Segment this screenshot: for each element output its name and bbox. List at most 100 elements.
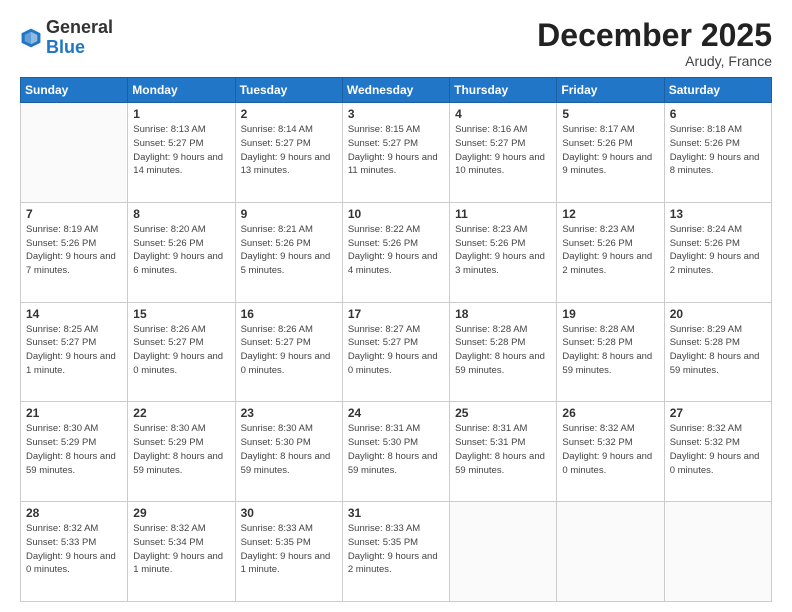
day-info: Sunrise: 8:32 AM Sunset: 5:32 PM Dayligh… [670,422,766,477]
calendar-cell: 25Sunrise: 8:31 AM Sunset: 5:31 PM Dayli… [450,402,557,502]
day-number: 6 [670,107,766,121]
calendar-week-0: 1 Sunrise: 8:13 AM Sunset: 5:27 PM Daylig… [21,103,772,203]
day-number: 9 [241,207,337,221]
calendar-cell: 28Sunrise: 8:32 AM Sunset: 5:33 PM Dayli… [21,502,128,602]
day-info: Sunrise: 8:33 AM Sunset: 5:35 PM Dayligh… [348,522,444,577]
calendar-cell: 30 Sunrise: 8:33 AM Sunset: 5:35 PM Dayli… [235,502,342,602]
day-info: Sunrise: 8:22 AM Sunset: 5:26 PM Dayligh… [348,223,444,278]
weekday-header-saturday: Saturday [664,78,771,103]
day-info: Sunrise: 8:17 AM Sunset: 5:26 PM Dayligh… [562,123,658,178]
day-number: 20 [670,307,766,321]
day-number: 30 [241,506,337,520]
day-info: Sunrise: 8:26 AM Sunset: 5:27 PM Dayligh… [133,323,229,378]
day-number: 21 [26,406,122,420]
calendar-cell: 11Sunrise: 8:23 AM Sunset: 5:26 PM Dayli… [450,202,557,302]
day-info: Sunrise: 8:29 AM Sunset: 5:28 PM Dayligh… [670,323,766,378]
weekday-header-sunday: Sunday [21,78,128,103]
calendar-cell: 21 Sunrise: 8:30 AM Sunset: 5:29 PM Dayli… [21,402,128,502]
day-number: 16 [241,307,337,321]
calendar-cell: 29 Sunrise: 8:32 AM Sunset: 5:34 PM Dayli… [128,502,235,602]
calendar-week-2: 14 Sunrise: 8:25 AM Sunset: 5:27 PM Dayli… [21,302,772,402]
day-info: Sunrise: 8:16 AM Sunset: 5:27 PM Dayligh… [455,123,551,178]
day-info: Sunrise: 8:13 AM Sunset: 5:27 PM Dayligh… [133,123,229,178]
calendar-cell [450,502,557,602]
day-number: 2 [241,107,337,121]
calendar-cell: 1 Sunrise: 8:13 AM Sunset: 5:27 PM Daylig… [128,103,235,203]
calendar-cell: 22 Sunrise: 8:30 AM Sunset: 5:29 PM Dayli… [128,402,235,502]
day-info: Sunrise: 8:27 AM Sunset: 5:27 PM Dayligh… [348,323,444,378]
day-number: 24 [348,406,444,420]
page: General Blue December 2025 Arudy, France… [0,0,792,612]
header: General Blue December 2025 Arudy, France [20,18,772,69]
calendar-cell: 31 Sunrise: 8:33 AM Sunset: 5:35 PM Dayli… [342,502,449,602]
day-info: Sunrise: 8:18 AM Sunset: 5:26 PM Dayligh… [670,123,766,178]
calendar-cell: 6 Sunrise: 8:18 AM Sunset: 5:26 PM Daylig… [664,103,771,203]
day-info: Sunrise: 8:30 AM Sunset: 5:29 PM Dayligh… [133,422,229,477]
day-number: 29 [133,506,229,520]
day-number: 17 [348,307,444,321]
calendar-cell: 19Sunrise: 8:28 AM Sunset: 5:28 PM Dayli… [557,302,664,402]
calendar-cell: 27 Sunrise: 8:32 AM Sunset: 5:32 PM Dayli… [664,402,771,502]
day-info: Sunrise: 8:14 AM Sunset: 5:27 PM Dayligh… [241,123,337,178]
weekday-header-tuesday: Tuesday [235,78,342,103]
day-number: 12 [562,207,658,221]
logo-blue-text: Blue [46,37,85,57]
day-number: 15 [133,307,229,321]
day-info: Sunrise: 8:32 AM Sunset: 5:34 PM Dayligh… [133,522,229,577]
calendar-cell: 14 Sunrise: 8:25 AM Sunset: 5:27 PM Dayli… [21,302,128,402]
calendar-cell: 9 Sunrise: 8:21 AM Sunset: 5:26 PM Daylig… [235,202,342,302]
day-info: Sunrise: 8:28 AM Sunset: 5:28 PM Dayligh… [455,323,551,378]
calendar-cell: 3Sunrise: 8:15 AM Sunset: 5:27 PM Daylig… [342,103,449,203]
day-number: 14 [26,307,122,321]
calendar-cell: 24Sunrise: 8:31 AM Sunset: 5:30 PM Dayli… [342,402,449,502]
title-block: December 2025 Arudy, France [537,18,772,69]
calendar-title: December 2025 [537,18,772,53]
logo-general-text: General [46,17,113,37]
day-number: 31 [348,506,444,520]
day-number: 18 [455,307,551,321]
calendar-cell: 7Sunrise: 8:19 AM Sunset: 5:26 PM Daylig… [21,202,128,302]
calendar-header: SundayMondayTuesdayWednesdayThursdayFrid… [21,78,772,103]
day-info: Sunrise: 8:21 AM Sunset: 5:26 PM Dayligh… [241,223,337,278]
calendar-body: 1 Sunrise: 8:13 AM Sunset: 5:27 PM Daylig… [21,103,772,602]
calendar-cell: 2 Sunrise: 8:14 AM Sunset: 5:27 PM Daylig… [235,103,342,203]
day-info: Sunrise: 8:30 AM Sunset: 5:30 PM Dayligh… [241,422,337,477]
day-number: 22 [133,406,229,420]
day-number: 8 [133,207,229,221]
day-number: 25 [455,406,551,420]
calendar-cell: 10 Sunrise: 8:22 AM Sunset: 5:26 PM Dayli… [342,202,449,302]
day-info: Sunrise: 8:30 AM Sunset: 5:29 PM Dayligh… [26,422,122,477]
day-info: Sunrise: 8:24 AM Sunset: 5:26 PM Dayligh… [670,223,766,278]
day-number: 7 [26,207,122,221]
day-info: Sunrise: 8:23 AM Sunset: 5:26 PM Dayligh… [455,223,551,278]
day-info: Sunrise: 8:23 AM Sunset: 5:26 PM Dayligh… [562,223,658,278]
calendar-cell: 23 Sunrise: 8:30 AM Sunset: 5:30 PM Dayli… [235,402,342,502]
day-number: 27 [670,406,766,420]
logo-text: General Blue [46,18,113,58]
day-number: 1 [133,107,229,121]
day-info: Sunrise: 8:15 AM Sunset: 5:27 PM Dayligh… [348,123,444,178]
day-info: Sunrise: 8:28 AM Sunset: 5:28 PM Dayligh… [562,323,658,378]
weekday-header-thursday: Thursday [450,78,557,103]
day-info: Sunrise: 8:25 AM Sunset: 5:27 PM Dayligh… [26,323,122,378]
weekday-header-friday: Friday [557,78,664,103]
day-info: Sunrise: 8:32 AM Sunset: 5:33 PM Dayligh… [26,522,122,577]
calendar-cell: 8Sunrise: 8:20 AM Sunset: 5:26 PM Daylig… [128,202,235,302]
calendar-location: Arudy, France [537,53,772,69]
calendar-cell: 15 Sunrise: 8:26 AM Sunset: 5:27 PM Dayli… [128,302,235,402]
day-number: 26 [562,406,658,420]
calendar-cell: 26Sunrise: 8:32 AM Sunset: 5:32 PM Dayli… [557,402,664,502]
day-number: 10 [348,207,444,221]
day-info: Sunrise: 8:33 AM Sunset: 5:35 PM Dayligh… [241,522,337,577]
weekday-header-monday: Monday [128,78,235,103]
weekday-header-wednesday: Wednesday [342,78,449,103]
calendar-cell: 16Sunrise: 8:26 AM Sunset: 5:27 PM Dayli… [235,302,342,402]
calendar-cell: 17 Sunrise: 8:27 AM Sunset: 5:27 PM Dayli… [342,302,449,402]
logo: General Blue [20,18,113,58]
calendar-cell: 18 Sunrise: 8:28 AM Sunset: 5:28 PM Dayli… [450,302,557,402]
weekday-row: SundayMondayTuesdayWednesdayThursdayFrid… [21,78,772,103]
day-number: 23 [241,406,337,420]
calendar-table: SundayMondayTuesdayWednesdayThursdayFrid… [20,77,772,602]
day-number: 4 [455,107,551,121]
calendar-cell [557,502,664,602]
